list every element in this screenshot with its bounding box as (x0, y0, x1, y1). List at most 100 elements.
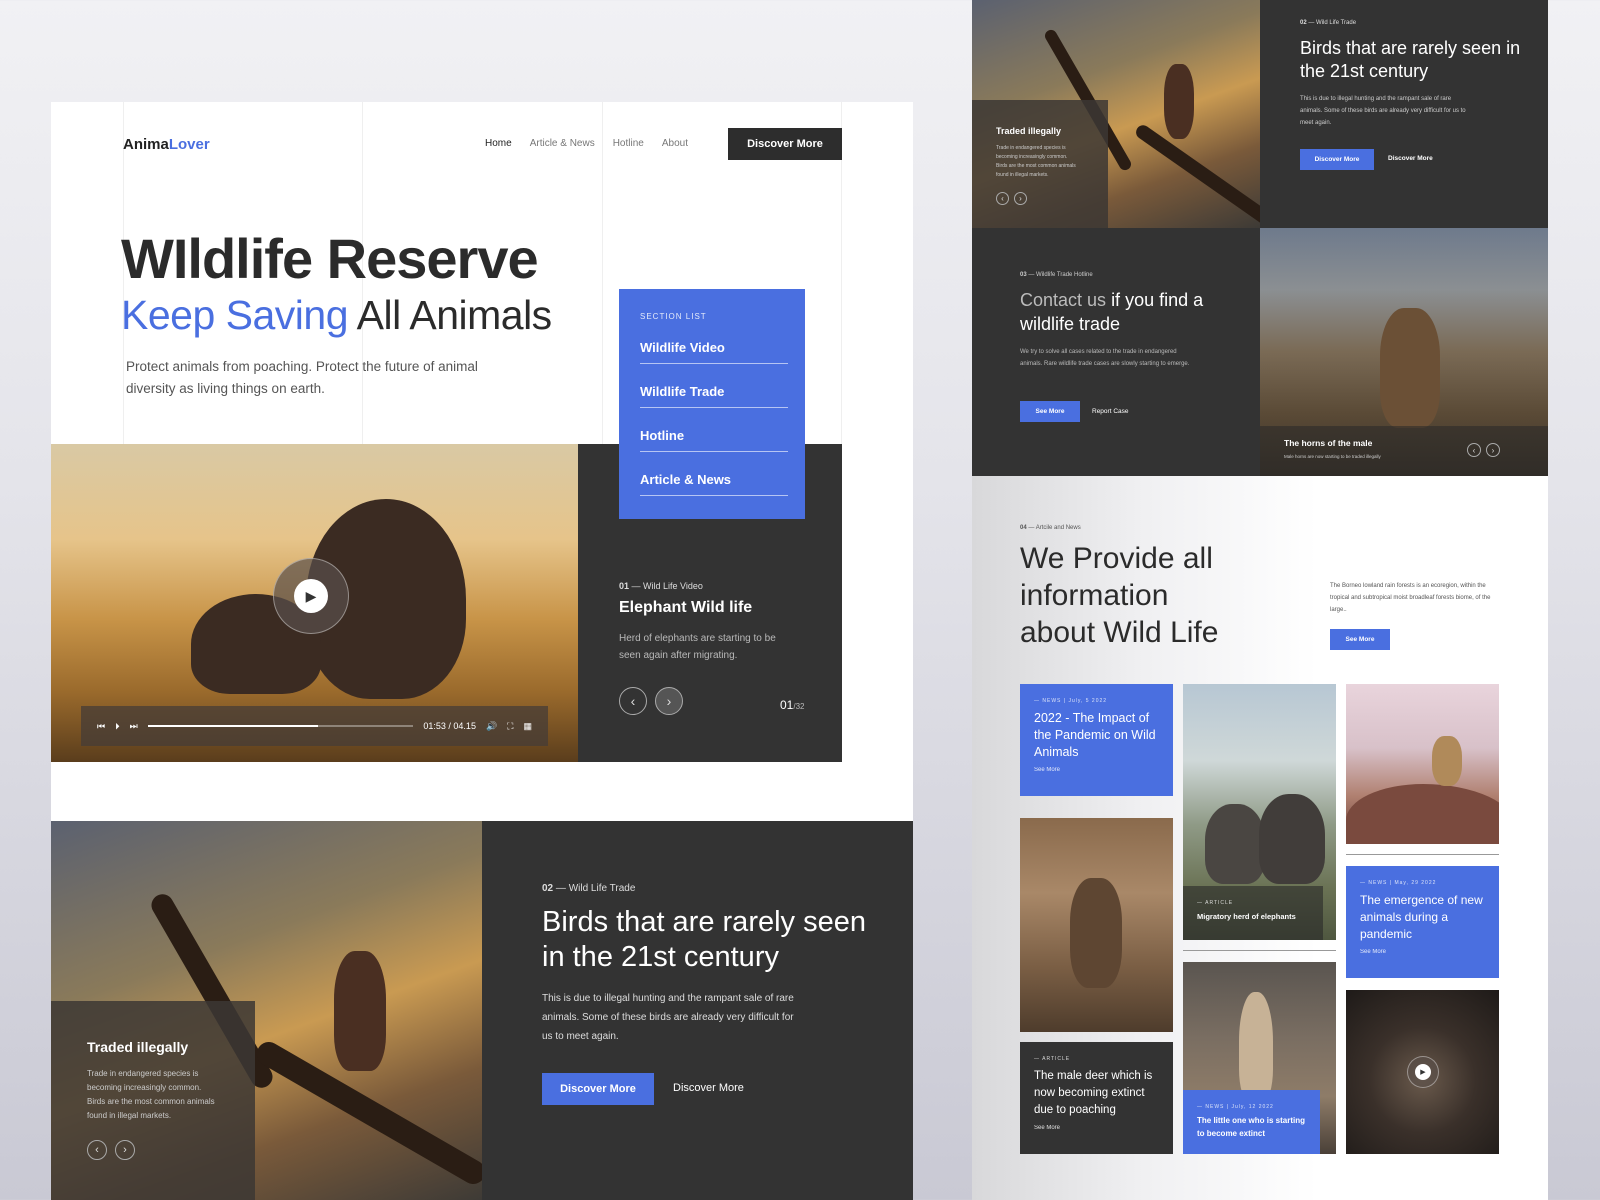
section-item-hotline[interactable]: Hotline (640, 428, 788, 452)
news-card-tag: — NEWS | May, 29 2022 (1360, 880, 1437, 886)
skip-back-icon[interactable]: ⏮ (97, 721, 105, 732)
video-progress-fill (147, 725, 318, 727)
elephant-silhouette (1259, 794, 1325, 884)
deer-caption-title: The horns of the male (1284, 438, 1373, 448)
vulture-photo-small: Traded illegally Trade in endangered spe… (972, 0, 1260, 228)
traded-card-small: Traded illegally Trade in endangered spe… (972, 100, 1108, 228)
trade-discover-button[interactable]: Discover More (542, 1073, 654, 1105)
news-card-title: The emergence of new animals during a pa… (1360, 893, 1483, 941)
news-card-title: 2022 - The Impact of the Pandemic on Wil… (1034, 711, 1156, 759)
next-arrow-icon[interactable]: › (115, 1140, 135, 1160)
news-title: We Provide all information about Wild Li… (1020, 542, 1219, 649)
news-card-link[interactable]: See More (1034, 767, 1159, 773)
news-card-link[interactable]: See More (1034, 1125, 1159, 1131)
volume-icon[interactable]: 🔊 (486, 721, 497, 732)
hotline-see-more-button[interactable]: See More (1020, 401, 1080, 422)
meerkat-photo[interactable]: — NEWS | July, 12 2022 The little one wh… (1183, 962, 1336, 1154)
prev-arrow-icon[interactable]: ‹ (619, 687, 647, 715)
traded-card-small-desc: Trade in endangered species is becoming … (996, 145, 1076, 178)
branch-shape (1133, 122, 1260, 228)
news-card-title: The male deer which is now becoming exti… (1034, 1070, 1153, 1116)
traded-card-desc: Trade in endangered species is becoming … (87, 1069, 215, 1120)
monkey-video[interactable]: ▶ (1346, 990, 1499, 1154)
hotline-desc: We try to solve all cases related to the… (1020, 349, 1190, 367)
prev-arrow-icon[interactable]: ‹ (87, 1140, 107, 1160)
hotline-title-b: if you find (1111, 290, 1189, 310)
hotline-title: Contact us if you find a wildlife trade (1020, 288, 1230, 336)
hotline-panel: 03 — Wildlife Trade Hotline Contact us i… (972, 228, 1260, 476)
news-card-tag: — NEWS | July, 12 2022 (1197, 1104, 1274, 1110)
nav-hotline[interactable]: Hotline (613, 138, 644, 149)
nav-home[interactable]: Home (485, 138, 512, 149)
pause-icon[interactable]: ⏵ (115, 721, 120, 732)
fullscreen-icon[interactable]: ⛶ (507, 721, 513, 732)
trade-panel: 02 — Wild Life Trade Birds that are rare… (482, 821, 913, 1200)
next-arrow-icon[interactable]: › (1486, 443, 1500, 457)
play-button[interactable]: ▶ (1407, 1056, 1439, 1088)
trade-panel-small: 02 — Wild Life Trade Birds that are rare… (1260, 0, 1548, 228)
nav-about[interactable]: About (662, 138, 688, 149)
report-case-link[interactable]: Report Case (1092, 408, 1129, 415)
deer-silhouette (1070, 878, 1122, 988)
trade-title: Birds that are rarely seen in the 21st c… (542, 906, 866, 973)
elephants-caption: — ARTICLE Migratory herd of elephants (1183, 886, 1323, 940)
deer-silhouette (1380, 308, 1440, 428)
news-card-tag: — NEWS | July, 5 2022 (1034, 698, 1108, 704)
leopard-silhouette (1432, 736, 1462, 786)
section-list-card: SECTION LIST Wildlife Video Wildlife Tra… (619, 289, 805, 519)
trade-small-discover-link[interactable]: Discover More (1388, 155, 1433, 162)
news-card-title: Migratory herd of elephants (1197, 912, 1296, 921)
trade-desc: This is due to illegal hunting and the r… (542, 993, 794, 1042)
section-item-wildlife-trade[interactable]: Wildlife Trade (640, 384, 788, 408)
video-category: 01 — Wild Life Video (619, 581, 703, 591)
deer-caption-desc: Male horns are now starting to be traded… (1284, 454, 1381, 459)
play-icon: ▶ (1415, 1064, 1431, 1080)
brand-logo[interactable]: AnimaLover (123, 136, 210, 153)
rock-shape (1346, 784, 1499, 844)
nav-article-news[interactable]: Article & News (530, 138, 595, 149)
news-card-emergence[interactable]: — NEWS | May, 29 2022 The emergence of n… (1346, 866, 1499, 978)
hero-subtitle-dark: All Animals (356, 292, 553, 338)
next-arrow-icon[interactable]: › (1014, 192, 1027, 205)
trade-small-discover-button[interactable]: Discover More (1300, 149, 1374, 170)
skip-forward-icon[interactable]: ⏭ (130, 721, 138, 732)
deer-article-photo[interactable] (1020, 818, 1173, 1032)
brand-name-part2: Lover (168, 136, 210, 153)
grid-line (602, 102, 603, 444)
elephants-photo[interactable]: — ARTICLE Migratory herd of elephants (1183, 684, 1336, 940)
hotline-title-a: Contact us (1020, 290, 1107, 310)
play-button[interactable]: ▶ (273, 558, 349, 634)
vulture-silhouette (334, 951, 386, 1071)
news-card-link[interactable]: See More (1360, 949, 1485, 955)
hero-subtitle: Keep Saving All Animals (121, 292, 552, 339)
news-card-deer[interactable]: — ARTICLE The male deer which is now bec… (1020, 1042, 1173, 1154)
news-section: 04 — Artcile and News We Provide all inf… (972, 476, 1548, 1200)
hotline-category: 03 — Wildlife Trade Hotline (1020, 272, 1093, 278)
leopard-photo[interactable] (1346, 684, 1499, 844)
hero-subtitle-blue: Keep Saving (121, 292, 349, 338)
news-card-pandemic[interactable]: — NEWS | July, 5 2022 2022 - The Impact … (1020, 684, 1173, 796)
prev-arrow-icon[interactable]: ‹ (1467, 443, 1481, 457)
traded-card-small-title: Traded illegally (996, 126, 1062, 136)
news-see-more-button[interactable]: See More (1330, 629, 1390, 650)
news-card-title: The little one who is starting to become… (1197, 1116, 1306, 1138)
main-nav: Home Article & News Hotline About (467, 138, 688, 149)
video-progress-track[interactable] (147, 725, 414, 727)
hero-title: WIldlife Reserve (121, 227, 539, 290)
elephant-video[interactable]: ▶ ⏮ ⏵ ⏭ 01:53 / 04.15 🔊 ⛶ ▦ (51, 444, 578, 762)
grid-icon[interactable]: ▦ (523, 721, 532, 732)
vulture-photo: Traded illegally Trade in endangered spe… (51, 821, 482, 1200)
next-arrow-icon[interactable]: › (655, 687, 683, 715)
section-item-wildlife-video[interactable]: Wildlife Video (640, 340, 788, 364)
trade-category: 02 — Wild Life Trade (542, 883, 636, 894)
play-icon: ▶ (294, 579, 328, 613)
trade-discover-link[interactable]: Discover More (673, 1082, 744, 1094)
elephant-silhouette (1205, 804, 1265, 884)
trade-small-category: 02 — Wild Life Trade (1300, 20, 1357, 26)
divider (1183, 950, 1336, 951)
deer-photo: The horns of the male Male horns are now… (1260, 228, 1548, 476)
news-card-little-one[interactable]: — NEWS | July, 12 2022 The little one wh… (1183, 1090, 1320, 1154)
section-item-article-news[interactable]: Article & News (640, 472, 788, 496)
prev-arrow-icon[interactable]: ‹ (996, 192, 1009, 205)
discover-more-button[interactable]: Discover More (728, 128, 842, 160)
